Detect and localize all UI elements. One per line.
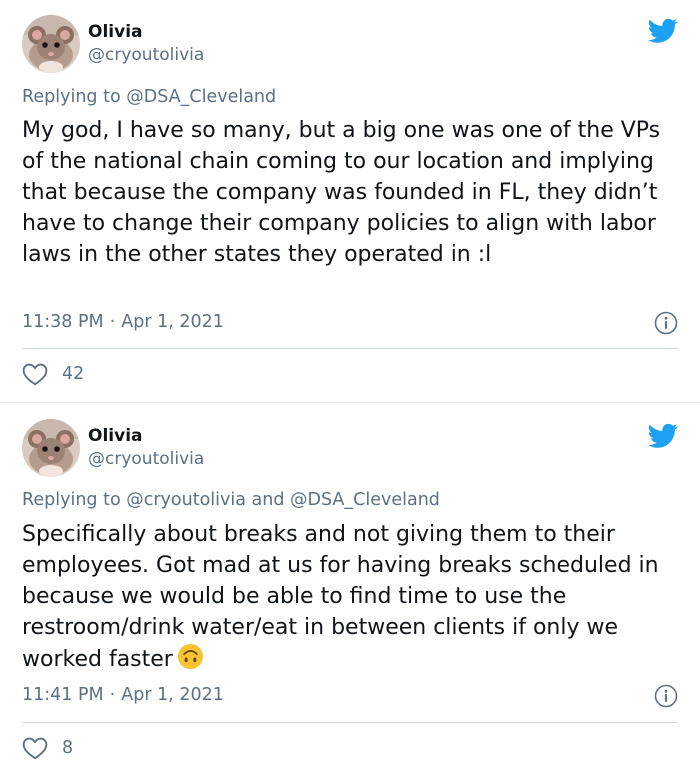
heart-icon [22, 363, 48, 386]
twitter-bird-icon[interactable] [648, 18, 678, 44]
avatar[interactable] [22, 15, 80, 73]
tweet-date: Apr 1, 2021 [121, 685, 224, 705]
tweet-timestamp[interactable]: 11:41 PM · Apr 1, 2021 [22, 685, 224, 705]
like-count: 8 [62, 738, 74, 758]
tweet-time: 11:41 PM [22, 685, 104, 705]
mention-link[interactable]: @DSA_Cleveland [290, 490, 440, 510]
tweet-text: Specifically about breaks and not giving… [22, 522, 659, 672]
upside-down-face-emoji-icon [177, 643, 203, 670]
twitter-bird-icon[interactable] [648, 423, 678, 449]
info-icon[interactable] [654, 684, 678, 708]
mouse-avatar-icon [22, 15, 80, 73]
tweet-time: 11:38 PM [22, 312, 104, 332]
like-count: 42 [62, 364, 85, 384]
tweet-timestamp[interactable]: 11:38 PM · Apr 1, 2021 [22, 312, 224, 332]
display-name[interactable]: Olivia [88, 22, 143, 42]
display-name[interactable]: Olivia [88, 426, 143, 446]
info-icon[interactable] [654, 311, 678, 335]
user-handle[interactable]: @cryoutolivia [88, 45, 204, 65]
avatar[interactable] [22, 419, 80, 477]
tweet-text-block: Specifically about breaks and not giving… [22, 519, 682, 675]
replying-to: Replying to @DSA_Cleveland [22, 87, 276, 107]
mention-link[interactable]: @DSA_Cleveland [126, 87, 276, 107]
tweet-card: Olivia @cryoutolivia Replying to @cryout… [0, 402, 700, 775]
replying-joiner: and [245, 490, 291, 510]
like-button[interactable]: 8 [22, 736, 73, 760]
user-handle[interactable]: @cryoutolivia [88, 449, 204, 469]
divider [22, 348, 678, 349]
heart-icon [22, 737, 48, 760]
tweet-card: Olivia @cryoutolivia Replying to @DSA_Cl… [0, 0, 700, 402]
meta-separator: · [109, 685, 116, 705]
like-button[interactable]: 42 [22, 362, 84, 386]
replying-prefix: Replying to [22, 490, 127, 510]
tweet-date: Apr 1, 2021 [121, 312, 224, 332]
divider [22, 722, 678, 723]
mention-link[interactable]: @cryoutolivia [126, 490, 246, 510]
meta-separator: · [109, 312, 116, 332]
replying-prefix: Replying to [22, 87, 127, 107]
tweet-text: My god, I have so many, but a big one wa… [22, 118, 661, 267]
mouse-avatar-icon [22, 419, 80, 477]
replying-to: Replying to @cryoutolivia and @DSA_Cleve… [22, 490, 440, 510]
